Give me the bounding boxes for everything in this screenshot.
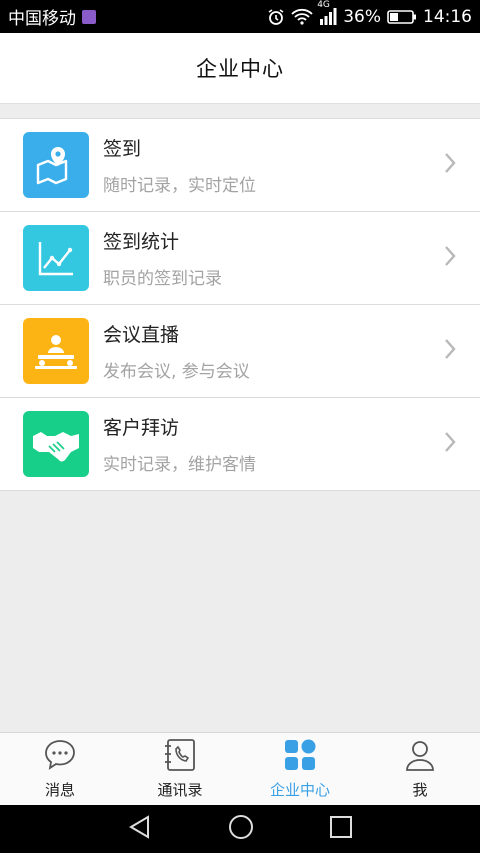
tab-messages[interactable]: 消息 (0, 733, 120, 805)
system-nav-bar (0, 805, 480, 853)
page-header: 企业中心 (0, 33, 480, 104)
recents-icon[interactable] (329, 815, 353, 843)
chevron-right-icon (444, 245, 456, 271)
map-pin-icon (23, 132, 89, 198)
page-title: 企业中心 (196, 57, 284, 81)
menu-item-subtitle: 实时记录，维护客情 (103, 455, 256, 475)
network-type-label: 4G (317, 0, 330, 10)
tab-label: 消息 (44, 781, 75, 799)
battery-percent: 36% (343, 6, 381, 27)
chevron-right-icon (444, 431, 456, 457)
grid-icon (283, 738, 317, 776)
home-icon[interactable] (227, 813, 255, 845)
menu-item-meeting-live[interactable]: 会议直播 发布会议, 参与会议 (0, 305, 480, 398)
menu-item-checkin-stats[interactable]: 签到统计 职员的签到记录 (0, 212, 480, 305)
chat-bubble-icon (43, 738, 77, 776)
tab-me[interactable]: 我 (360, 733, 480, 805)
signal-icon: 4G (317, 0, 337, 25)
menu-item-checkin[interactable]: 签到 随时记录，实时定位 (0, 119, 480, 212)
handshake-icon (23, 411, 89, 477)
battery-icon (387, 9, 417, 25)
tab-label: 通讯录 (157, 781, 203, 799)
person-icon (403, 738, 437, 776)
bottom-tab-bar: 消息 通讯录 企业中心 我 (0, 732, 480, 805)
chevron-right-icon (444, 152, 456, 178)
menu-item-client-visit[interactable]: 客户拜访 实时记录，维护客情 (0, 398, 480, 491)
menu-item-title: 签到统计 (103, 231, 180, 253)
menu-item-title: 会议直播 (103, 324, 180, 346)
carrier-label: 中国移动 (8, 9, 76, 29)
tab-contacts[interactable]: 通讯录 (120, 733, 240, 805)
back-icon[interactable] (127, 814, 153, 844)
chevron-right-icon (444, 338, 456, 364)
meeting-icon (23, 318, 89, 384)
enterprise-menu-list: 签到 随时记录，实时定位 签到统计 职员的签到记录 会议直播 发布会议, 参与会… (0, 118, 480, 491)
wifi-icon (291, 8, 313, 25)
line-chart-icon (23, 225, 89, 291)
menu-item-subtitle: 职员的签到记录 (103, 269, 222, 289)
menu-item-subtitle: 随时记录，实时定位 (103, 176, 256, 196)
menu-item-subtitle: 发布会议, 参与会议 (103, 362, 250, 382)
menu-item-title: 签到 (103, 138, 142, 160)
tab-label: 企业中心 (269, 781, 330, 799)
gallery-notification-icon (82, 9, 96, 24)
menu-item-title: 客户拜访 (103, 417, 180, 439)
alarm-icon (267, 8, 285, 26)
clock-time: 14:16 (423, 6, 472, 27)
tab-label: 我 (412, 781, 428, 799)
tab-enterprise-center[interactable]: 企业中心 (240, 733, 360, 805)
contacts-book-icon (163, 738, 197, 776)
status-bar: 中国移动 4G 36% 14:16 (0, 0, 480, 33)
